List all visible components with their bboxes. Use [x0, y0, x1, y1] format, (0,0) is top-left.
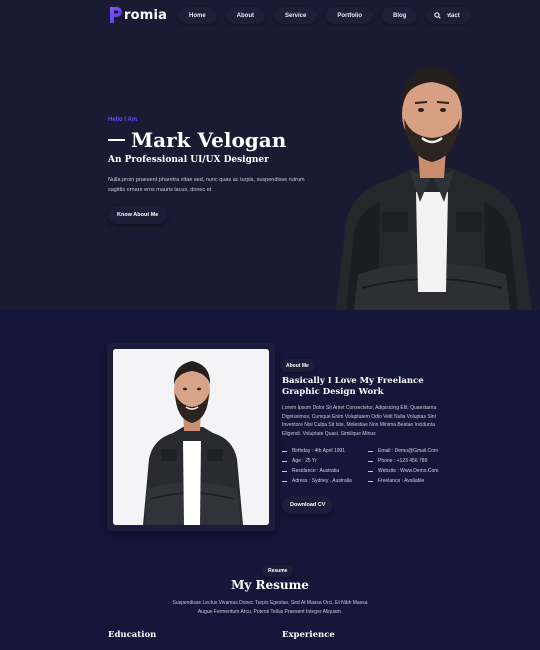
info-text: Age : 25 Yr [292, 458, 317, 464]
bullet-dash [282, 470, 287, 472]
hero-role: An Professional UI/UX Designer [108, 155, 269, 165]
nav-portfolio[interactable]: Portfolio [326, 7, 374, 24]
info-text: Phone : +123 456 789 [378, 458, 428, 464]
bullet-dash [368, 480, 373, 482]
logo-name: romia [124, 7, 168, 23]
info-birthday: Birthday : 4th April 1991 [282, 446, 352, 456]
experience-heading: Experience [282, 630, 335, 640]
nav-about[interactable]: About [225, 7, 265, 24]
about-me-tag: About Me [280, 359, 315, 372]
education-heading: Education [108, 630, 157, 640]
about-photo-card [107, 343, 275, 531]
download-cv-button[interactable]: Download CV [282, 496, 334, 514]
info-text: Website : Www.Demo.Com [378, 468, 439, 474]
title-dash [108, 139, 125, 141]
info-email: Email : Demo@Gmail.Com [368, 446, 438, 456]
top-navigation: romia Home About Service Portfolio Blog … [0, 0, 540, 32]
about-title: Basically I Love My Freelance Graphic De… [282, 376, 424, 397]
info-address: Adress : Sydney , Australia [282, 476, 352, 486]
personal-info-right: Email : Demo@Gmail.Com Phone : +123 456 … [368, 446, 438, 486]
hero-greeting: Hello I Am [108, 117, 138, 123]
info-text: Freelance : Available [378, 478, 425, 484]
resume-tag: Resume [262, 565, 294, 577]
info-freelance: Freelance : Available [368, 476, 438, 486]
resume-description: Suspendisse Lectus Vivamus Donec Turpis … [172, 600, 368, 615]
nav-blog[interactable]: Blog [382, 7, 418, 24]
bullet-dash [368, 460, 373, 462]
info-text: Adress : Sydney , Australia [292, 478, 352, 484]
bullet-dash [282, 450, 287, 452]
bullet-dash [368, 470, 373, 472]
info-text: Birthday : 4th April 1991 [292, 448, 346, 454]
nav-home[interactable]: Home [178, 7, 217, 24]
info-text: Email : Demo@Gmail.Com [378, 448, 439, 454]
bullet-dash [282, 460, 287, 462]
hero-section: romia Home About Service Portfolio Blog … [0, 0, 540, 310]
search-icon [433, 12, 441, 19]
personal-info-left: Birthday : 4th April 1991 Age : 25 Yr Re… [282, 446, 352, 486]
info-residence: Residance : Australia [282, 466, 352, 476]
resume-title: My Resume [231, 578, 309, 592]
logo-mark-icon [109, 6, 123, 24]
hero-description: Nulla proin praesent pharetra vitae sed,… [108, 177, 305, 193]
logo[interactable]: romia [109, 6, 167, 24]
info-text: Residance : Australia [292, 468, 339, 474]
bullet-dash [282, 480, 287, 482]
about-description: Lorem Ipsum Dolor Sit Amet Consectetur, … [282, 405, 437, 437]
hero-portrait-photo [336, 66, 532, 310]
know-about-me-button[interactable]: Know About Me [108, 206, 168, 224]
info-website: Website : Www.Demo.Com [368, 466, 438, 476]
info-age: Age : 25 Yr [282, 456, 352, 466]
nav-service[interactable]: Service [274, 7, 318, 24]
info-phone: Phone : +123 456 789 [368, 456, 438, 466]
about-portrait-photo [113, 349, 269, 525]
hero-name-row: Mark Velogan [108, 128, 286, 152]
hero-name: Mark Velogan [131, 128, 287, 152]
bullet-dash [368, 450, 373, 452]
search-button[interactable] [427, 7, 447, 24]
